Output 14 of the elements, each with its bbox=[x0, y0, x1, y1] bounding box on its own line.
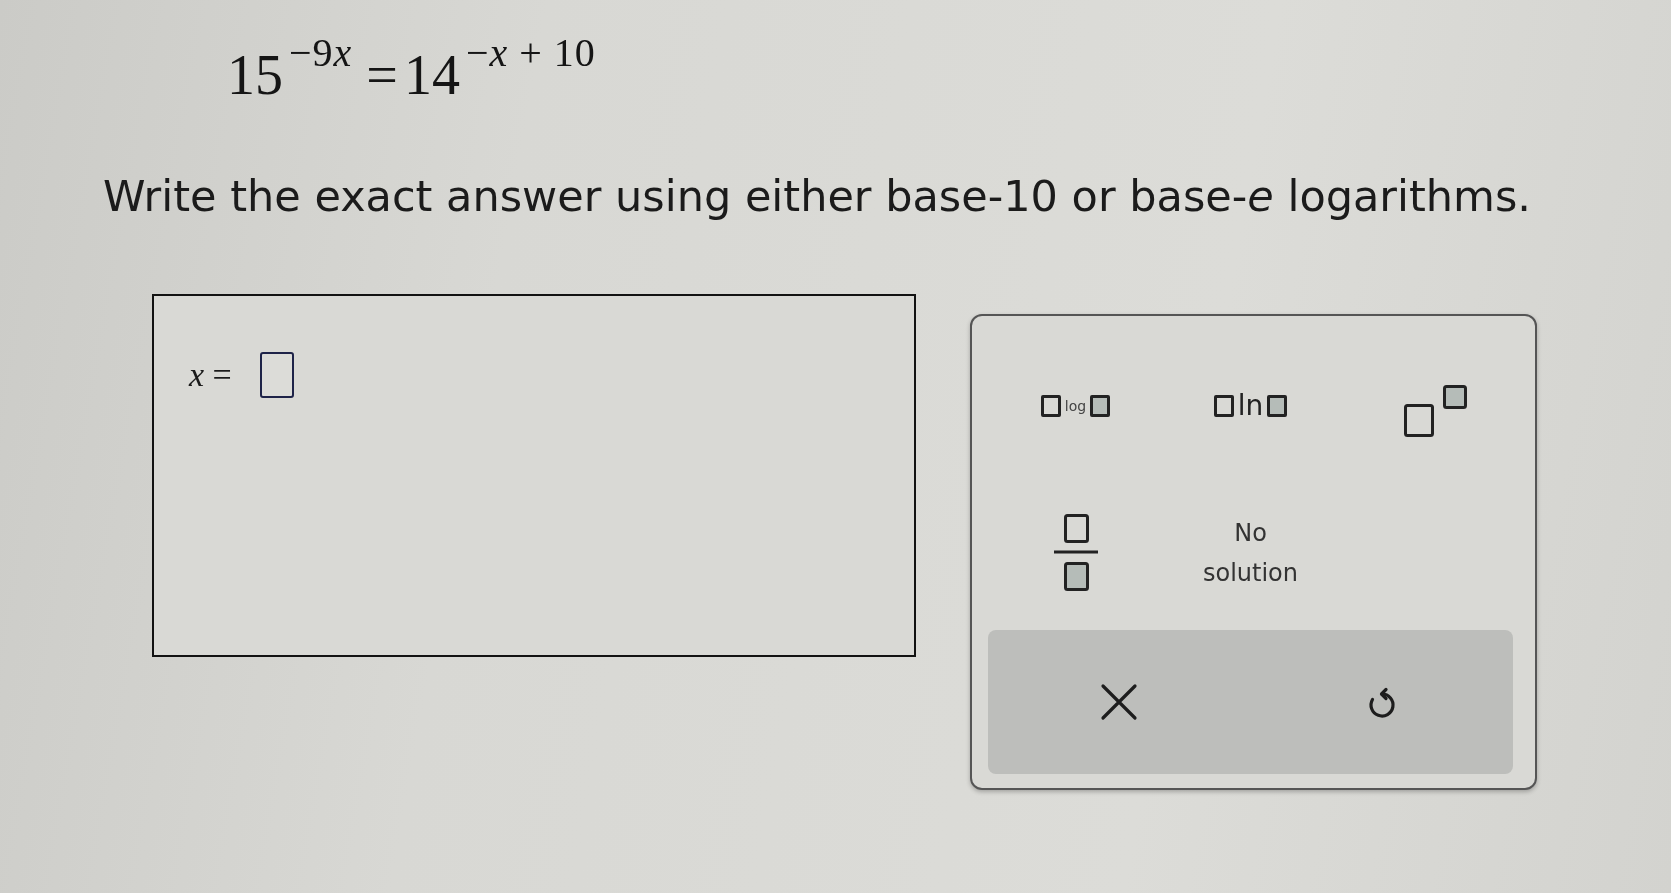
log-button[interactable]: log bbox=[1030, 391, 1121, 421]
power-template-icon bbox=[1403, 385, 1468, 437]
shaded-box-icon bbox=[1090, 395, 1111, 417]
variable-label: x = bbox=[189, 356, 232, 394]
fraction-template-icon bbox=[1053, 514, 1098, 592]
close-icon bbox=[1100, 683, 1139, 721]
no-solution-button[interactable]: No solution bbox=[1185, 509, 1316, 597]
instruction-text: Write the exact answer using either base-10 or base-e logarithms. bbox=[103, 170, 1532, 222]
answer-box[interactable] bbox=[259, 352, 294, 398]
empty-box-icon bbox=[1040, 395, 1061, 417]
ln-button[interactable]: ln bbox=[1203, 387, 1298, 425]
empty-box-icon bbox=[1213, 395, 1234, 417]
undo-icon bbox=[1366, 685, 1397, 719]
shaded-box-icon bbox=[1267, 395, 1288, 417]
